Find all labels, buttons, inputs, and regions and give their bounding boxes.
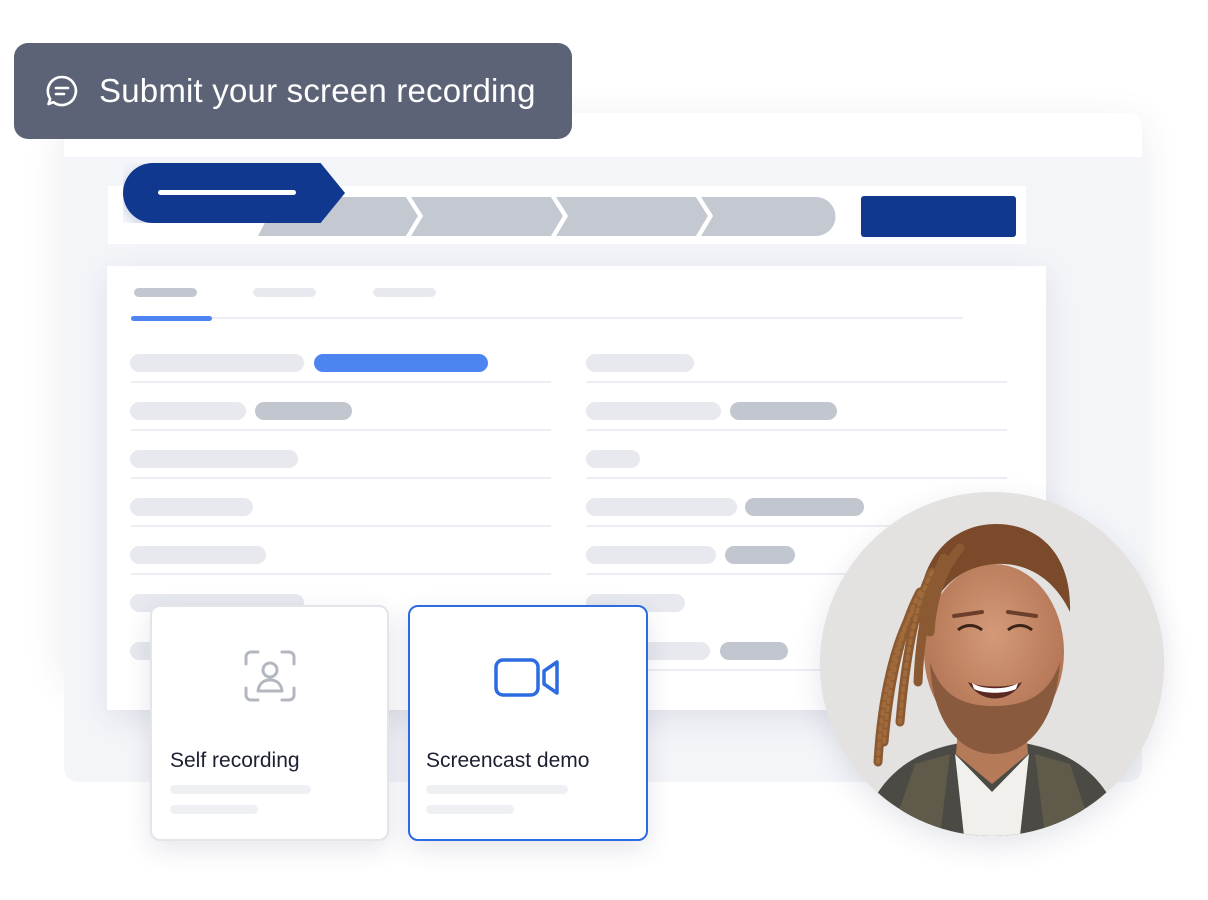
row-divider <box>586 429 1007 431</box>
row-divider <box>131 477 551 479</box>
tab-3[interactable] <box>373 288 436 297</box>
chat-bubble-icon <box>46 75 78 107</box>
video-camera-icon <box>494 658 559 697</box>
description-placeholder <box>170 805 258 814</box>
tabs-underline <box>131 317 963 319</box>
field-label <box>586 450 640 468</box>
field-label <box>130 546 266 564</box>
field-label <box>130 354 304 372</box>
field-label <box>130 402 246 420</box>
next-button[interactable] <box>861 196 1016 237</box>
row-divider <box>586 381 1007 383</box>
row-divider <box>131 381 551 383</box>
description-placeholder <box>426 805 514 814</box>
row-divider <box>586 477 1007 479</box>
tooltip-text: Submit your screen recording <box>99 72 536 109</box>
step-5 <box>701 197 836 236</box>
step-1-active[interactable] <box>123 163 345 223</box>
field-label <box>130 450 298 468</box>
option-card-self-recording[interactable]: Self recording <box>150 605 389 841</box>
description-placeholder <box>170 785 311 794</box>
field-label <box>586 354 694 372</box>
field-label <box>130 498 253 516</box>
description-placeholder <box>426 785 568 794</box>
field-label <box>586 402 721 420</box>
field-value[interactable] <box>255 402 352 420</box>
step-3 <box>411 197 563 236</box>
field-label <box>586 546 716 564</box>
option-label: Self recording <box>170 749 300 772</box>
tab-2[interactable] <box>253 288 316 297</box>
user-avatar-photo <box>820 492 1164 836</box>
field-value-highlighted[interactable] <box>314 354 488 372</box>
field-value[interactable] <box>725 546 795 564</box>
step-1-label-placeholder <box>158 190 296 195</box>
field-label <box>586 498 737 516</box>
field-value[interactable] <box>730 402 837 420</box>
field-value[interactable] <box>720 642 788 660</box>
row-divider <box>131 525 551 527</box>
field-value[interactable] <box>745 498 864 516</box>
active-tab-indicator <box>131 316 212 321</box>
self-recording-icon <box>244 650 295 702</box>
row-divider <box>131 429 551 431</box>
option-card-screencast-demo[interactable]: Screencast demo <box>408 605 648 841</box>
option-label: Screencast demo <box>426 749 590 772</box>
submit-recording-tooltip: Submit your screen recording <box>14 43 572 139</box>
row-divider <box>131 573 551 575</box>
step-4 <box>556 197 708 236</box>
tab-1[interactable] <box>134 288 197 297</box>
